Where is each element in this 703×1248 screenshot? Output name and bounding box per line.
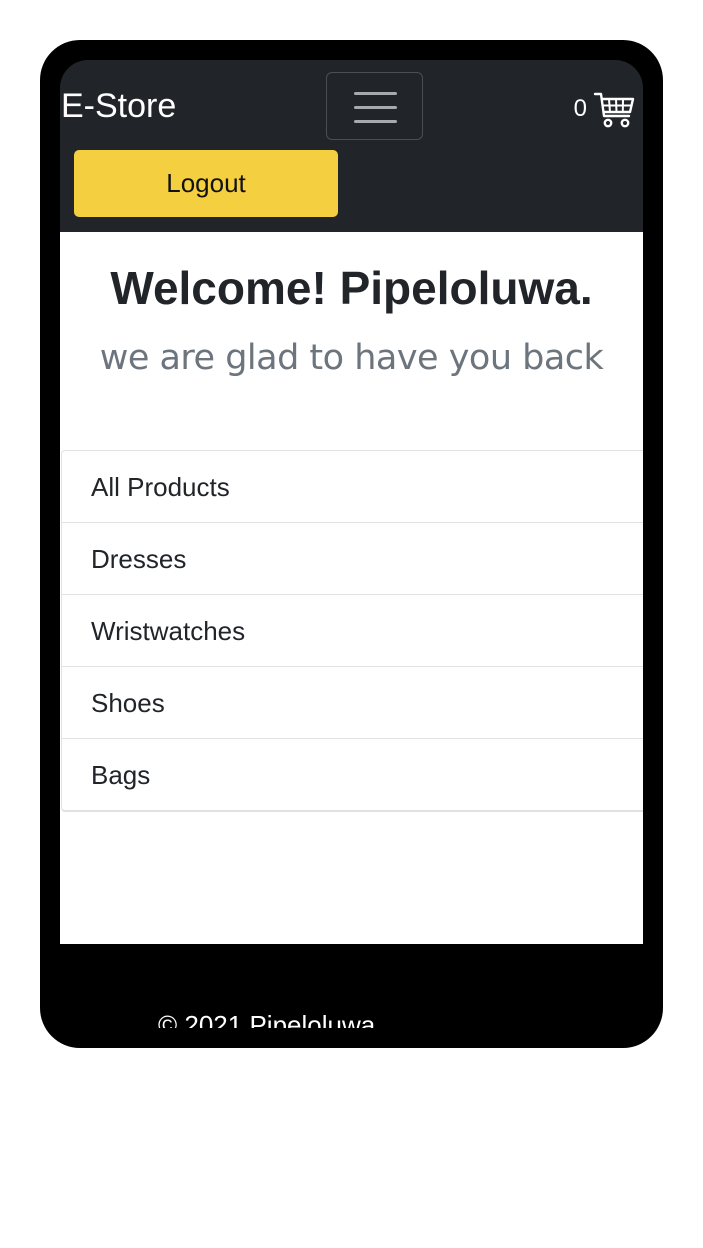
navbar: E-Store 0 Logout: [60, 60, 643, 232]
shopping-cart-icon: [593, 92, 635, 128]
cart-count: 0: [573, 95, 587, 122]
category-label: Bags: [91, 760, 151, 790]
category-item-shoes[interactable]: Shoes: [61, 666, 643, 738]
app-screen: E-Store 0 Logout Welcome! Pipeloluwa. we…: [60, 60, 643, 1028]
category-list: All Products Dresses Wristwatches Shoes …: [61, 450, 643, 812]
category-label: Wristwatches: [91, 616, 246, 646]
category-label: Shoes: [91, 688, 165, 718]
page: E-Store 0 Logout Welcome! Pipeloluwa. we…: [0, 0, 703, 1248]
cart-link[interactable]: 0: [574, 88, 635, 130]
brand-link[interactable]: E-Store: [61, 86, 176, 126]
footer: © 2021 Pipeloluwa: [60, 944, 643, 1028]
category-label: All Products: [91, 472, 230, 502]
welcome-subtitle: we are glad to have you back: [99, 338, 604, 378]
category-item-all-products[interactable]: All Products: [61, 450, 643, 522]
logout-button[interactable]: Logout: [74, 150, 338, 217]
category-item-bags[interactable]: Bags: [61, 738, 643, 812]
category-item-wristwatches[interactable]: Wristwatches: [61, 594, 643, 666]
category-item-dresses[interactable]: Dresses: [61, 522, 643, 594]
main-content: Welcome! Pipeloluwa. we are glad to have…: [60, 232, 643, 944]
phone-frame: E-Store 0 Logout Welcome! Pipeloluwa. we…: [40, 40, 663, 1048]
footer-copyright: © 2021 Pipeloluwa: [158, 1010, 376, 1028]
category-label: Dresses: [91, 544, 187, 574]
welcome-title: Welcome! Pipeloluwa.: [110, 262, 593, 314]
navbar-toggler-button[interactable]: [326, 72, 423, 140]
